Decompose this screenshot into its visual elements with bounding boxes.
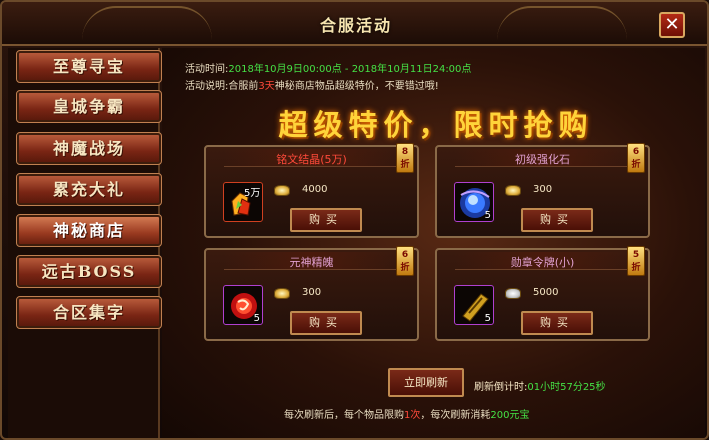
footnote-limit: 1次 bbox=[404, 410, 421, 421]
item-price: 300 bbox=[533, 184, 553, 195]
buy-button[interactable]: 购买 bbox=[290, 208, 362, 232]
item-price: 5000 bbox=[533, 287, 559, 298]
item-quantity: 5 bbox=[484, 313, 491, 324]
shop-panel: 活动时间:2018年10月9日00:00点 - 2018年10月11日24:00… bbox=[162, 48, 705, 438]
event-desc-text-end: 神秘商店物品超级特价，不要错过哦! bbox=[274, 81, 439, 92]
event-time-label: 活动时间: bbox=[185, 64, 229, 75]
soul-essence-icon[interactable]: 5 bbox=[223, 285, 263, 325]
enhancement-stone-icon[interactable]: 5 bbox=[454, 182, 494, 222]
buy-button[interactable]: 购买 bbox=[521, 311, 593, 335]
countdown-value: 01小时57分25秒 bbox=[527, 382, 606, 393]
item-name: 铭文结晶(5万) bbox=[276, 153, 347, 166]
item-name: 元神精魄 bbox=[289, 256, 334, 269]
footnote-text: 每次刷新后，每个物品限购 bbox=[284, 410, 404, 421]
countdown-label: 刷新倒计时: bbox=[474, 382, 528, 393]
event-desc-text: 合服前 bbox=[228, 81, 259, 92]
event-time: 活动时间:2018年10月9日00:00点 - 2018年10月11日24:00… bbox=[185, 60, 471, 75]
sidebar-item-collect-words[interactable]: 合区集字 bbox=[16, 296, 162, 329]
refresh-footnote: 每次刷新后，每个物品限购1次，每次刷新消耗200元宝 bbox=[284, 406, 529, 421]
sidebar-item-recharge-gift[interactable]: 累充大礼 bbox=[16, 173, 162, 206]
shop-item-card: 元神精魄 6折 5 300 购买 bbox=[204, 246, 419, 341]
gold-ingot-icon bbox=[505, 185, 521, 196]
shop-item-card: 铭文结晶(5万) 8折 5万 4000 购买 bbox=[204, 143, 419, 238]
discount-badge: 8折 bbox=[396, 143, 414, 173]
event-window: 合服活动 ✕ 至尊寻宝 皇城争霸 神魔战场 累充大礼 神秘商店 远古BOSS 合… bbox=[0, 0, 709, 440]
silver-ingot-icon bbox=[505, 288, 521, 299]
sidebar-item-battlefield[interactable]: 神魔战场 bbox=[16, 132, 162, 165]
event-description: 活动说明:合服前3天神秘商店物品超级特价，不要错过哦! bbox=[185, 77, 439, 92]
discount-unit: 折 bbox=[631, 160, 641, 170]
title-ornament-right bbox=[497, 6, 627, 40]
inscription-crystal-icon[interactable]: 5万 bbox=[223, 182, 263, 222]
event-desc-label: 活动说明: bbox=[185, 81, 229, 92]
refresh-now-button[interactable]: 立即刷新 bbox=[388, 368, 464, 397]
promo-banner: 超级特价，限时抢购 bbox=[278, 108, 594, 142]
close-button[interactable]: ✕ bbox=[659, 12, 685, 38]
item-price: 4000 bbox=[302, 184, 328, 195]
title-bar: 合服活动 ✕ bbox=[2, 2, 707, 46]
buy-button[interactable]: 购买 bbox=[521, 208, 593, 232]
discount-badge: 5折 bbox=[627, 246, 645, 276]
medal-token-icon[interactable]: 5 bbox=[454, 285, 494, 325]
footnote-text-mid: ，每次刷新消耗 bbox=[420, 410, 491, 421]
sidebar-item-mystery-shop[interactable]: 神秘商店 bbox=[16, 214, 162, 247]
discount-value: 5 bbox=[632, 250, 640, 260]
shop-item-card: 初级强化石 6折 5 300 购买 bbox=[435, 143, 650, 238]
discount-unit: 折 bbox=[400, 160, 410, 170]
discount-badge: 6折 bbox=[627, 143, 645, 173]
discount-value: 6 bbox=[401, 250, 409, 260]
sidebar-item-treasure-hunt[interactable]: 至尊寻宝 bbox=[16, 50, 162, 83]
sidebar: 至尊寻宝 皇城争霸 神魔战场 累充大礼 神秘商店 远古BOSS 合区集字 bbox=[8, 48, 162, 438]
window-title: 合服活动 bbox=[319, 16, 392, 35]
sidebar-item-ancient-boss[interactable]: 远古BOSS bbox=[16, 255, 162, 288]
event-desc-days: 3天 bbox=[258, 81, 275, 92]
discount-value: 6 bbox=[632, 147, 640, 157]
gold-ingot-icon bbox=[274, 288, 290, 299]
item-quantity: 5 bbox=[484, 210, 491, 221]
footnote-cost: 200元宝 bbox=[490, 410, 530, 421]
discount-value: 8 bbox=[401, 147, 409, 157]
event-time-value: 2018年10月9日00:00点 - 2018年10月11日24:00点 bbox=[228, 64, 472, 75]
item-quantity: 5万 bbox=[244, 188, 261, 199]
refresh-countdown: 刷新倒计时:01小时57分25秒 bbox=[474, 378, 606, 393]
shop-item-card: 勋章令牌(小) 5折 5 5000 购买 bbox=[435, 246, 650, 341]
discount-unit: 折 bbox=[631, 263, 641, 273]
discount-unit: 折 bbox=[400, 263, 410, 273]
gold-ingot-icon bbox=[274, 185, 290, 196]
discount-badge: 6折 bbox=[396, 246, 414, 276]
item-price: 300 bbox=[302, 287, 322, 298]
item-name: 勋章令牌(小) bbox=[510, 256, 575, 269]
sidebar-item-city-battle[interactable]: 皇城争霸 bbox=[16, 90, 162, 123]
item-quantity: 5 bbox=[253, 313, 260, 324]
close-icon: ✕ bbox=[664, 14, 680, 35]
title-ornament-left bbox=[82, 6, 212, 40]
item-name: 初级强化石 bbox=[515, 153, 570, 166]
buy-button[interactable]: 购买 bbox=[290, 311, 362, 335]
